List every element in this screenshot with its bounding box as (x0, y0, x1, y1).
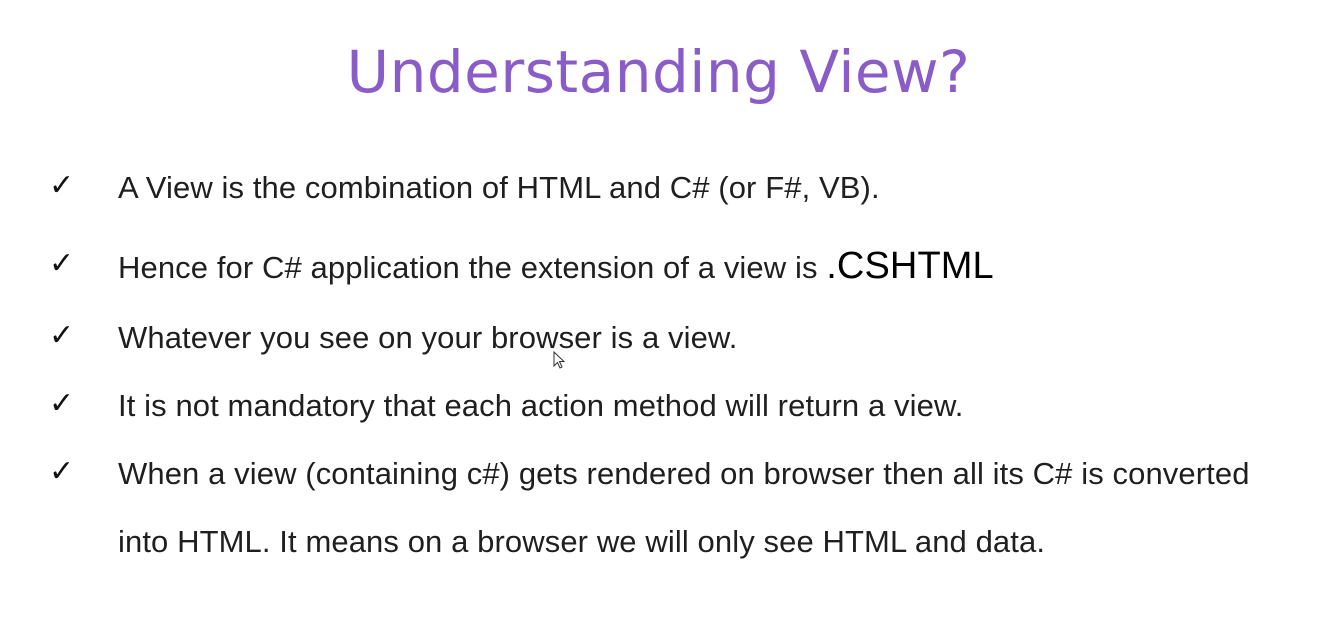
checkmark-icon: ✓ (49, 246, 75, 281)
slide-title: Understanding View? (346, 38, 971, 106)
mouse-pointer-icon (553, 351, 566, 369)
bullet-text: Hence for C# application the extension o… (118, 250, 827, 285)
checkmark-icon: ✓ (49, 318, 75, 353)
slide: Understanding View? ✓ A View is the comb… (0, 0, 1317, 619)
bullet-text-row: Hence for C# application the extension o… (118, 245, 994, 287)
checkmark-icon: ✓ (49, 168, 75, 203)
bullet-text: It is not mandatory that each action met… (118, 388, 964, 423)
checkmark-icon: ✓ (49, 386, 75, 421)
file-extension: .CSHTML (826, 245, 994, 287)
checkmark-icon: ✓ (49, 454, 75, 489)
bullet-text: A View is the combination of HTML and C#… (118, 170, 880, 205)
bullet-text: Whatever you see on your browser is a vi… (118, 320, 738, 355)
bullet-text: When a view (containing c#) gets rendere… (118, 456, 1250, 559)
